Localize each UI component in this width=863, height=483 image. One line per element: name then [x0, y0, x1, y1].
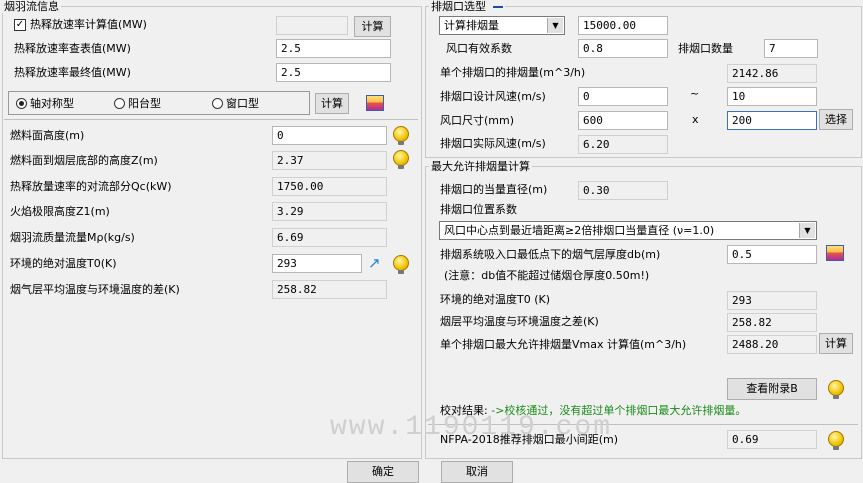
outlet-height-input[interactable]: 200	[727, 111, 817, 130]
chevron-down-icon: ▼	[547, 18, 563, 33]
thickness-note: (注意：db值不能超过储烟仓厚度0.50m!)	[444, 269, 650, 282]
effective-coef-input[interactable]: 0.8	[578, 39, 668, 58]
site-watermark: www.1190119.com	[330, 412, 613, 443]
plume-info-title: 烟羽流信息	[2, 0, 61, 13]
actual-speed-input: 6.20	[578, 135, 668, 154]
hrr-table-label: 热释放速率查表值(MW)	[14, 42, 131, 55]
range-tilde: ~	[690, 87, 700, 100]
hrr-calc-label: 热释放速率计算值(MW)	[30, 18, 147, 31]
effective-coef-label: 风口有效系数	[446, 42, 512, 55]
view-appendix-b-button[interactable]: 查看附录B	[727, 378, 817, 400]
title-accent-line	[492, 6, 503, 8]
position-coef-label: 排烟口位置系数	[440, 203, 517, 216]
equivalent-diameter-label: 排烟口的当量直径(m)	[440, 183, 548, 196]
ambient-temp-label: 环境的绝对温度T0(K)	[10, 257, 117, 270]
smoke-temp-diff-label: 烟气层平均温度与环境温度的差(K)	[10, 283, 180, 296]
chart-image-icon[interactable]	[366, 95, 384, 111]
max-exhaust-title: 最大允许排烟量计算	[429, 160, 532, 173]
actual-speed-label: 排烟口实际风速(m/s)	[440, 137, 546, 150]
vmax-input: 2488.20	[727, 335, 817, 354]
single-outlet-volume-input: 2142.86	[727, 64, 817, 83]
fuel-to-smoke-hint-bulb-icon[interactable]	[393, 150, 409, 169]
nfpa-spacing-input: 0.69	[727, 430, 817, 449]
outlet-width-input[interactable]: 600	[578, 111, 668, 130]
radio-window[interactable]	[212, 98, 223, 109]
size-times: x	[692, 113, 699, 126]
hrr-final-label: 热释放速率最终值(MW)	[14, 66, 131, 79]
nfpa-hint-bulb-icon[interactable]	[828, 431, 844, 450]
fuel-to-smoke-label: 燃料面到烟层底部的高度Z(m)	[10, 154, 158, 167]
position-coef-select[interactable]: 风口中心点到最近墙距离≥2倍排烟口当量直径 (ν=1.0) ▼	[439, 221, 817, 240]
calc-mode-select-value: 计算排烟量	[444, 19, 499, 32]
radio-axisymmetric[interactable]	[16, 98, 27, 109]
hrr-final-input[interactable]: 2.5	[276, 63, 391, 82]
fuel-height-input[interactable]: 0	[272, 126, 387, 145]
rb-ambient-temp-label: 环境的绝对温度T0 (K)	[440, 293, 551, 306]
hrr-table-input[interactable]: 2.5	[276, 39, 391, 58]
radio-balcony[interactable]	[114, 98, 125, 109]
flame-height-label: 火焰极限高度Z1(m)	[10, 205, 110, 218]
design-speed-label: 排烟口设计风速(m/s)	[440, 90, 546, 103]
vmax-label: 单个排烟口最大允许排烟量Vmax 计算值(m^3/h)	[440, 338, 687, 351]
ok-button[interactable]: 确定	[347, 461, 419, 483]
position-coef-select-value: 风口中心点到最近墙距离≥2倍排烟口当量直径 (ν=1.0)	[444, 224, 715, 237]
design-speed-max-input[interactable]: 10	[727, 87, 817, 106]
chevron-down-icon: ▼	[799, 223, 815, 238]
appendix-hint-bulb-icon[interactable]	[828, 380, 844, 399]
outlet-size-label: 风口尺寸(mm)	[440, 114, 515, 127]
hrr-calc-button[interactable]: 计算	[354, 16, 391, 37]
share-arrow-icon[interactable]: ↗	[368, 254, 386, 272]
mass-flow-input: 6.69	[272, 228, 387, 247]
vmax-calc-button[interactable]: 计算	[819, 333, 853, 354]
hrr-calc-checkbox[interactable]: ✓	[14, 19, 26, 31]
rb-temp-diff-input: 258.82	[727, 313, 817, 332]
convective-label: 热释放量速率的对流部分Qc(kW)	[10, 180, 172, 193]
fuel-height-hint-bulb-icon[interactable]	[393, 126, 409, 145]
ambient-temp-hint-bulb-icon[interactable]	[393, 255, 409, 274]
outlet-selection-title: 排烟口选型	[429, 0, 505, 13]
flame-height-input: 3.29	[272, 202, 387, 221]
thickness-image-icon[interactable]	[826, 245, 844, 261]
left-divider	[4, 119, 418, 120]
hrr-calc-input[interactable]	[276, 16, 348, 35]
single-outlet-volume-label: 单个排烟口的排烟量(m^3/h)	[440, 66, 586, 79]
outlet-selection-title-text: 排烟口选型	[431, 0, 486, 13]
radio-balcony-label: 阳台型	[128, 97, 161, 110]
outlet-count-input[interactable]: 7	[764, 39, 818, 58]
fuel-height-label: 燃料面高度(m)	[10, 129, 85, 142]
smoke-thickness-label: 排烟系统吸入口最低点下的烟气层厚度db(m)	[440, 248, 661, 261]
smoke-volume-input[interactable]: 15000.00	[578, 16, 668, 35]
calc-mode-select[interactable]: 计算排烟量 ▼	[439, 16, 565, 35]
equivalent-diameter-input: 0.30	[578, 181, 668, 200]
select-size-button[interactable]: 选择	[819, 109, 853, 130]
outlet-count-label: 排烟口数量	[678, 42, 733, 55]
mass-flow-label: 烟羽流质量流量Mρ(kg/s)	[10, 231, 135, 244]
radio-window-label: 窗口型	[226, 97, 259, 110]
design-speed-min-input[interactable]: 0	[578, 87, 668, 106]
ambient-temp-input[interactable]: 293	[272, 254, 362, 273]
smoke-thickness-input[interactable]: 0.5	[727, 245, 817, 264]
rb-ambient-temp-input: 293	[727, 291, 817, 310]
rb-temp-diff-label: 烟层平均温度与环境温度之差(K)	[440, 315, 599, 328]
radio-axisymmetric-label: 轴对称型	[30, 97, 74, 110]
smoke-temp-diff-input: 258.82	[272, 280, 387, 299]
fuel-to-smoke-input: 2.37	[272, 151, 387, 170]
plume-calc-button[interactable]: 计算	[315, 93, 349, 114]
convective-input: 1750.00	[272, 177, 387, 196]
cancel-button[interactable]: 取消	[441, 461, 513, 483]
